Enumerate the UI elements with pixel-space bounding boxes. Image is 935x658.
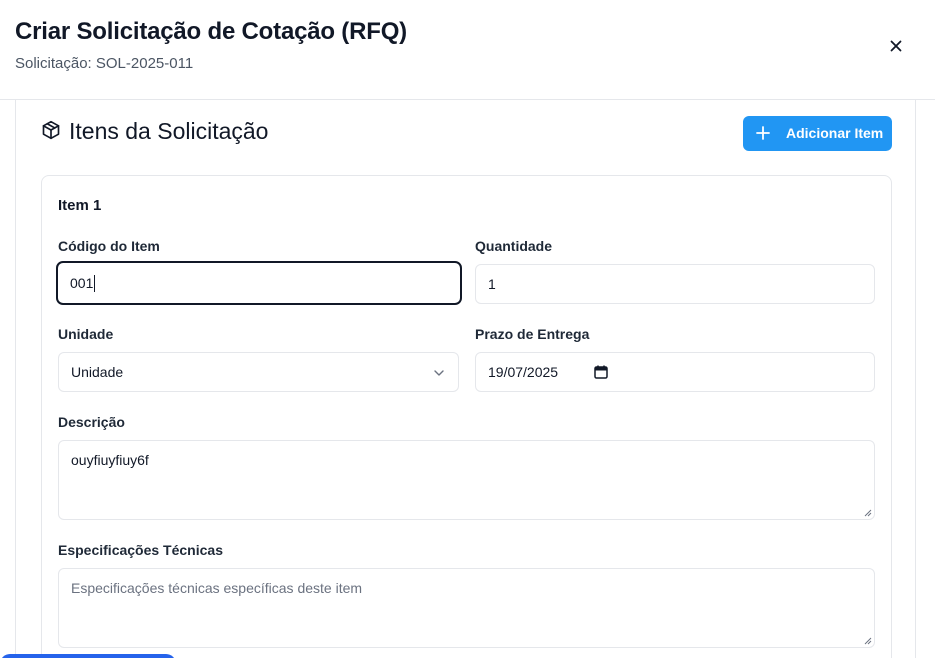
- partial-footer-button[interactable]: [0, 654, 176, 658]
- modal-subtitle: Solicitação: SOL-2025-011: [15, 55, 194, 72]
- description-textarea[interactable]: ouyfiuyfiuy6f: [58, 440, 875, 520]
- items-section-header: Itens da Solicitação Adicionar Item: [16, 100, 915, 170]
- specs-textarea[interactable]: Especificações técnicas específicas dest…: [58, 568, 875, 648]
- item-card: Item 1 Código do Item 001 Quantidade 1 U…: [41, 175, 892, 658]
- modal-body[interactable]: Itens da Solicitação Adicionar Item Item…: [15, 100, 916, 658]
- unit-select[interactable]: Unidade: [58, 352, 459, 392]
- plus-icon: [756, 126, 770, 140]
- add-item-button[interactable]: Adicionar Item: [743, 116, 892, 151]
- deadline-date-input[interactable]: 19/07/2025: [475, 352, 875, 392]
- deadline-label: Prazo de Entrega: [475, 326, 590, 342]
- quantity-label: Quantidade: [475, 238, 553, 254]
- deadline-value: 19/07/2025: [488, 364, 559, 380]
- unit-value: Unidade: [71, 364, 124, 380]
- package-icon: [42, 120, 60, 140]
- item-title: Item 1: [58, 197, 102, 214]
- resize-grip-icon[interactable]: [864, 509, 872, 517]
- description-label: Descrição: [58, 414, 125, 430]
- rfq-modal: Criar Solicitação de Cotação (RFQ) Solic…: [0, 0, 935, 658]
- chevron-down-icon: [434, 370, 444, 376]
- specs-placeholder: Especificações técnicas específicas dest…: [71, 580, 363, 596]
- resize-grip-icon[interactable]: [864, 637, 872, 645]
- item-code-value: 001: [70, 275, 94, 291]
- calendar-icon[interactable]: [594, 365, 608, 379]
- section-title: Itens da Solicitação: [69, 118, 269, 144]
- modal-title: Criar Solicitação de Cotação (RFQ): [15, 18, 407, 45]
- close-button[interactable]: [884, 34, 908, 58]
- modal-header: Criar Solicitação de Cotação (RFQ) Solic…: [0, 0, 935, 100]
- item-code-label: Código do Item: [58, 238, 160, 254]
- quantity-input[interactable]: 1: [475, 264, 875, 304]
- specs-label: Especificações Técnicas: [58, 542, 223, 558]
- quantity-value: 1: [488, 276, 496, 292]
- unit-label: Unidade: [58, 326, 114, 342]
- x-icon: [890, 40, 902, 52]
- text-caret: [94, 274, 96, 292]
- item-code-input[interactable]: 001: [56, 261, 462, 305]
- description-value: ouyfiuyfiuy6f: [71, 452, 149, 468]
- add-item-label: Adicionar Item: [786, 125, 884, 141]
